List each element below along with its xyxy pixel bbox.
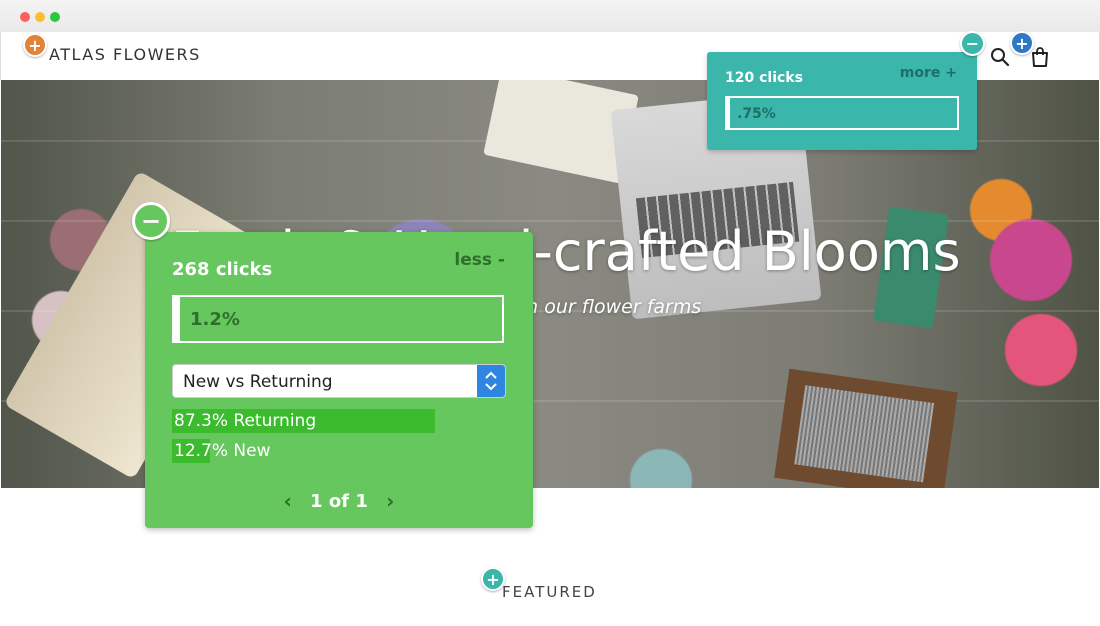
click-percent-text: .75% xyxy=(737,106,776,122)
click-percent-text: 1.2% xyxy=(190,309,240,330)
segment-bar-new: 12.7% New xyxy=(172,439,473,463)
maximize-window-button[interactable] xyxy=(50,12,60,22)
browser-window: ATLAS FLOWERS Fresh & Hand-crafted Bloom… xyxy=(0,0,1100,626)
hero-tray-inner xyxy=(794,385,935,483)
chevron-right-icon[interactable]: › xyxy=(386,489,394,513)
shopping-bag-icon[interactable] xyxy=(1029,46,1051,68)
click-percent-fill xyxy=(174,297,180,341)
click-stats-panel-expanded: 268 clicks less - 1.2% New vs Returning … xyxy=(145,232,533,528)
chevron-left-icon[interactable]: ‹ xyxy=(284,489,292,513)
search-icon[interactable] xyxy=(989,46,1011,68)
chevron-up-down-icon xyxy=(485,371,497,391)
featured-section-title: FEATURED xyxy=(502,583,597,601)
heatmap-hotspot-plus-icon[interactable]: + xyxy=(23,33,47,57)
segment-bar-returning: 87.3% Returning xyxy=(172,409,473,433)
click-percent-box: 1.2% xyxy=(172,295,504,343)
click-percent-box: .75% xyxy=(725,96,959,130)
segment-select-value: New vs Returning xyxy=(183,372,333,392)
close-window-button[interactable] xyxy=(20,12,30,22)
window-titlebar xyxy=(0,0,1100,33)
more-toggle-link[interactable]: more + xyxy=(900,65,957,81)
heatmap-hotspot-plus-icon[interactable]: + xyxy=(1010,31,1034,55)
pagination: ‹ 1 of 1 › xyxy=(145,489,533,513)
less-toggle-link[interactable]: less - xyxy=(454,250,505,270)
select-arrows-icon[interactable] xyxy=(477,365,505,397)
page-indicator: 1 of 1 xyxy=(310,490,368,512)
click-percent-fill xyxy=(727,98,730,128)
click-count: 268 clicks xyxy=(172,259,273,280)
heatmap-hotspot-minus-icon[interactable]: − xyxy=(960,31,985,56)
click-stats-panel-small: 120 clicks more + .75% xyxy=(707,52,977,150)
segment-bar-label: 12.7% New xyxy=(174,441,271,461)
segment-bar-label: 87.3% Returning xyxy=(174,411,317,431)
click-count: 120 clicks xyxy=(725,70,803,86)
segment-select[interactable]: New vs Returning xyxy=(172,364,506,398)
heatmap-hotspot-minus-icon[interactable]: − xyxy=(132,202,170,240)
brand-logo-text[interactable]: ATLAS FLOWERS xyxy=(49,45,201,64)
hero-wooden-tray xyxy=(774,368,958,488)
minimize-window-button[interactable] xyxy=(35,12,45,22)
heatmap-hotspot-plus-icon[interactable]: + xyxy=(481,567,505,591)
